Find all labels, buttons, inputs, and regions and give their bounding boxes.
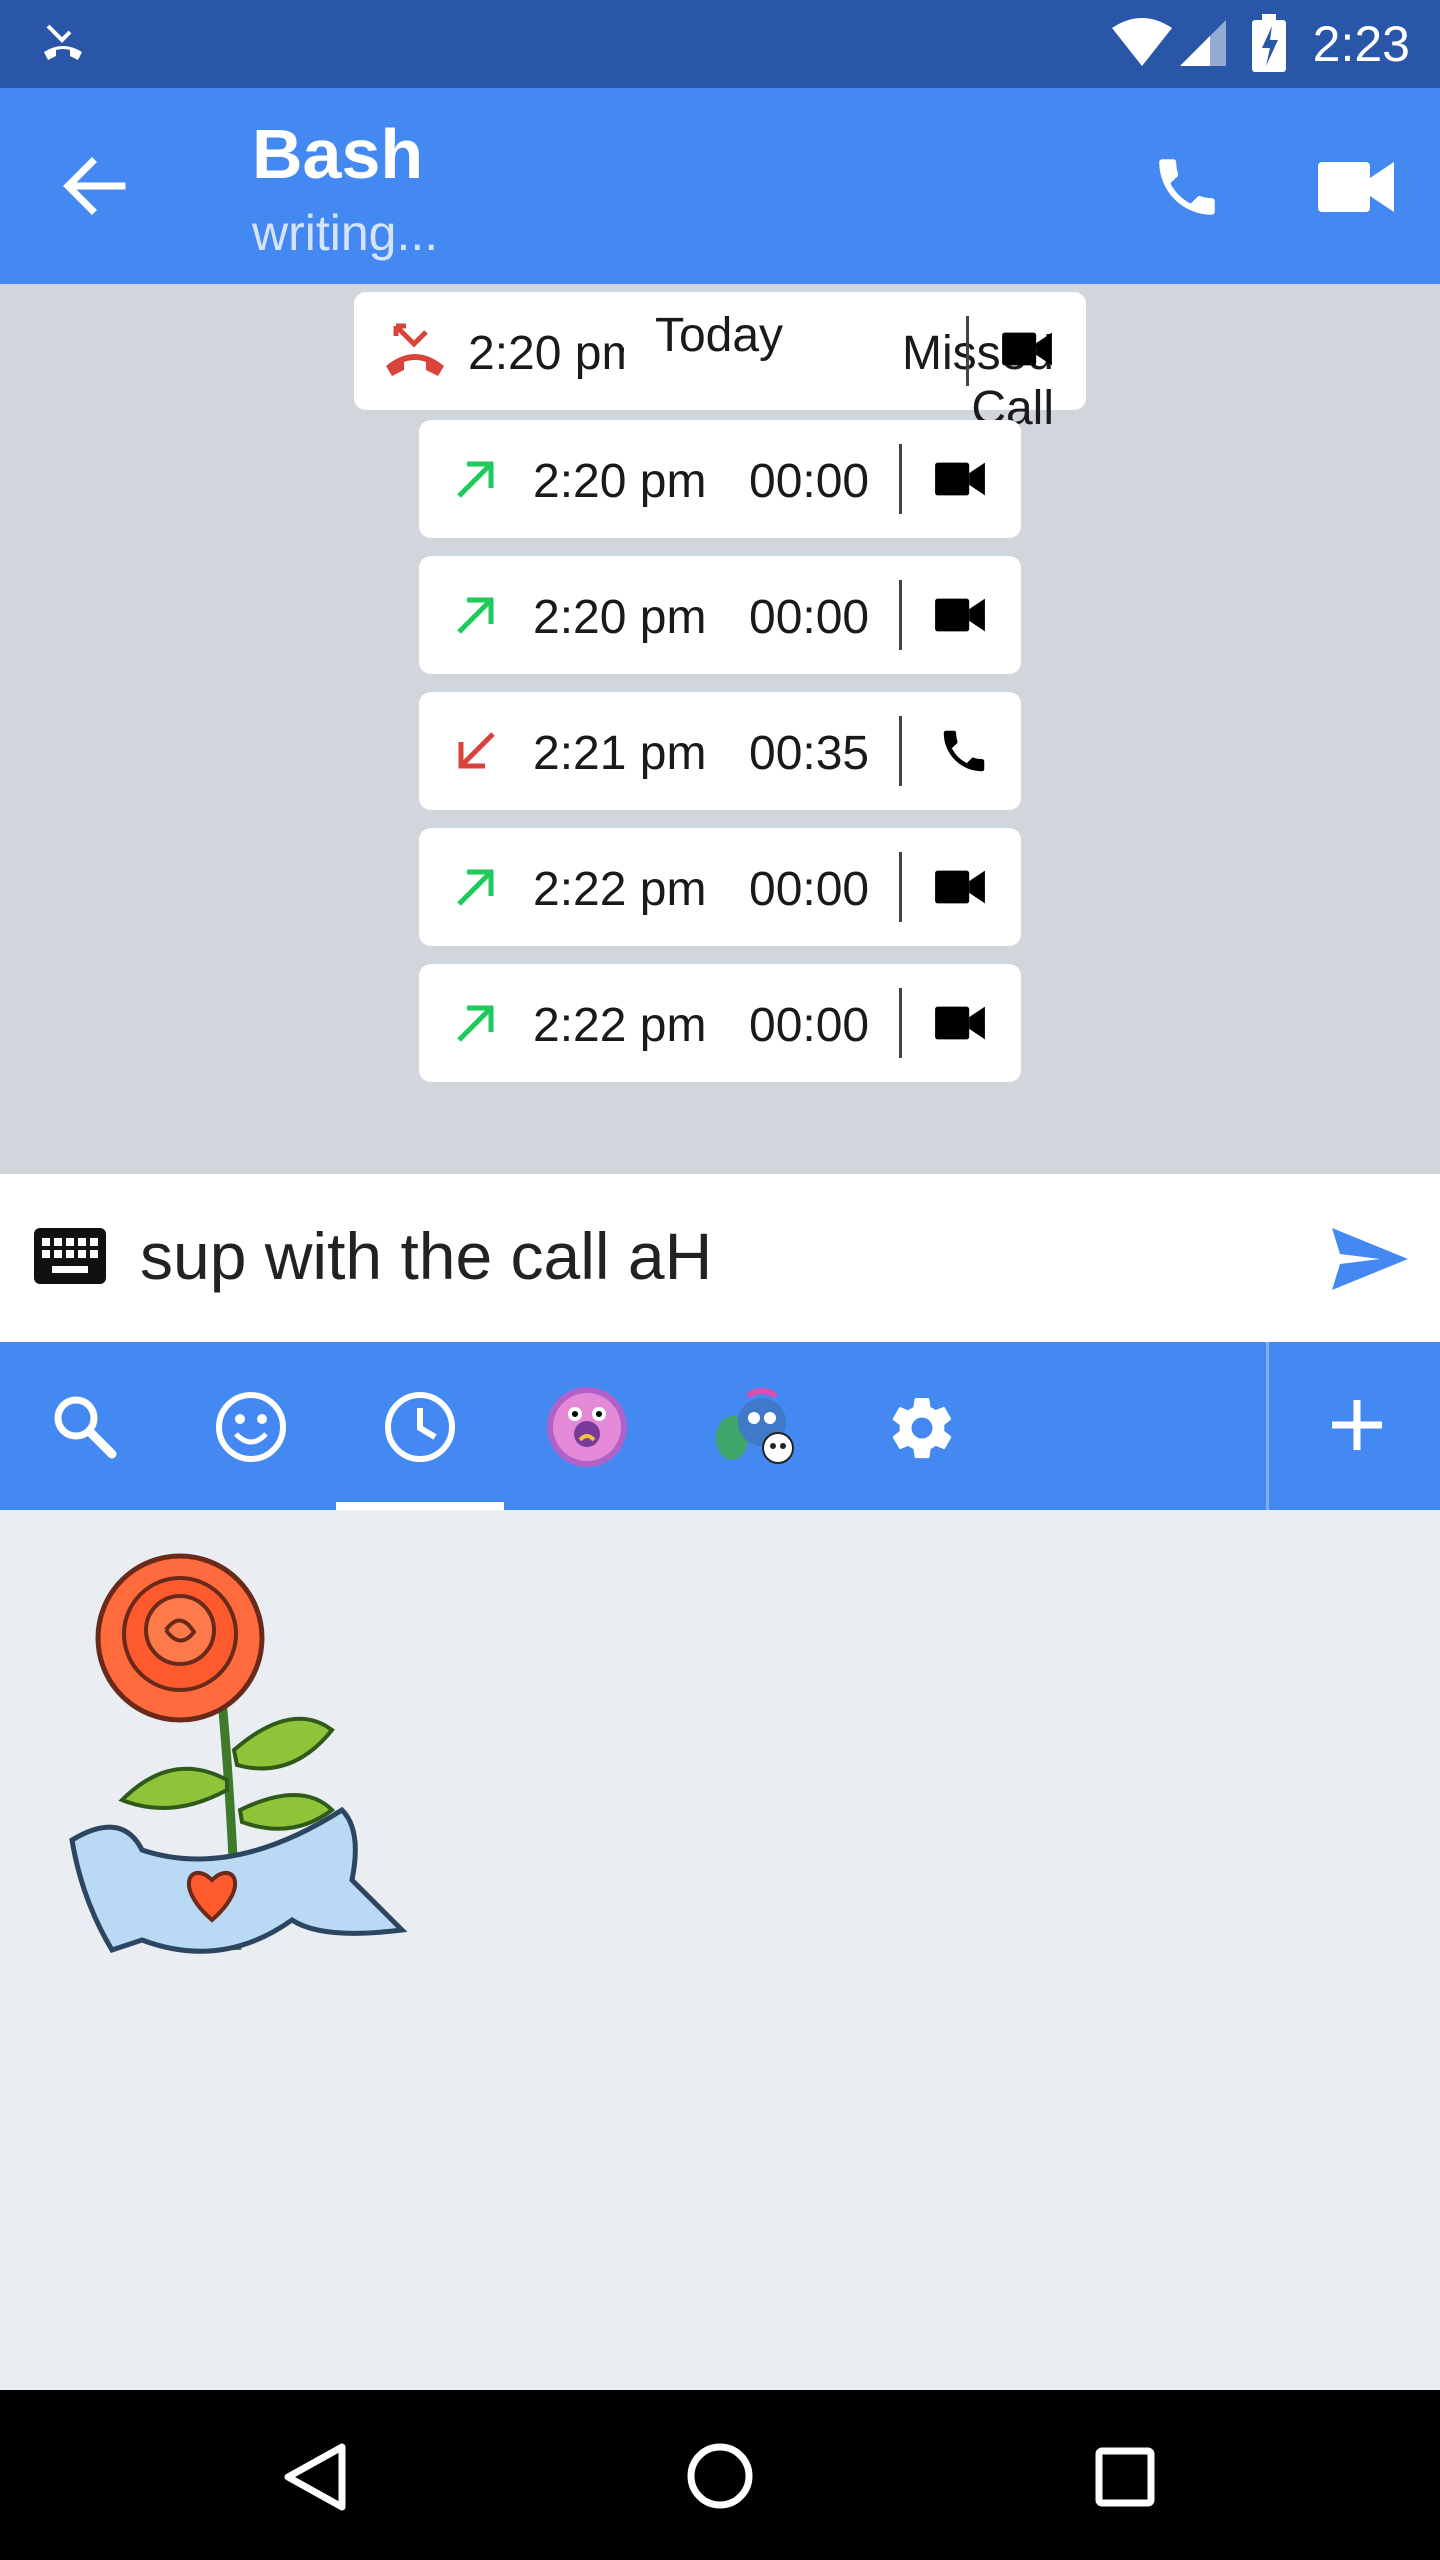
call-time: 2:21 pm <box>533 727 707 780</box>
divider <box>899 988 902 1058</box>
call-log-item[interactable]: 2:21 pm 00:35 <box>419 692 1021 810</box>
outgoing-call-arrow-icon <box>457 1005 494 1042</box>
call-duration: 00:35 <box>749 727 870 780</box>
missed-call-icon <box>386 323 444 376</box>
divider <box>899 580 902 650</box>
search-icon[interactable] <box>50 1392 118 1460</box>
outgoing-call-arrow-icon <box>457 597 494 634</box>
back-arrow-icon[interactable] <box>62 156 126 216</box>
video-camera-icon <box>935 598 985 632</box>
back-nav-icon[interactable] <box>282 2442 348 2512</box>
rose-sticker[interactable] <box>62 1550 412 1970</box>
recents-nav-icon[interactable] <box>1094 2446 1156 2508</box>
outgoing-call-arrow-icon <box>457 461 494 498</box>
status-bar: 2:23 <box>0 0 1440 88</box>
call-time: 2:20 pm <box>533 455 707 508</box>
call-log-item[interactable]: 2:20 pm 00:00 <box>419 420 1021 538</box>
emoji-icon[interactable] <box>214 1390 288 1464</box>
battery-charging-icon <box>1252 14 1286 72</box>
video-camera-icon <box>935 1006 985 1040</box>
outgoing-call-arrow-icon <box>457 869 494 906</box>
add-sticker-pack-icon[interactable] <box>1326 1394 1388 1456</box>
typing-status: writing... <box>252 205 439 261</box>
recent-clock-icon[interactable] <box>383 1390 457 1464</box>
incoming-call-arrow-icon <box>458 732 495 769</box>
active-tab-indicator <box>336 1502 504 1510</box>
call-time: 2:22 pm <box>533 999 707 1052</box>
sticker-panel <box>0 1510 1440 2390</box>
divider <box>899 716 902 786</box>
call-time: 2:20 pm <box>468 327 642 380</box>
missed-call-notification-icon <box>44 24 82 60</box>
wifi-icon <box>1112 18 1172 66</box>
monster-sticker-pack-icon[interactable] <box>712 1382 802 1472</box>
call-duration: 00:00 <box>749 455 870 508</box>
phone-icon <box>943 730 985 772</box>
video-camera-icon <box>935 870 985 904</box>
date-label: Today <box>654 309 784 362</box>
call-log-item[interactable]: 2:20 pm 00:00 <box>419 556 1021 674</box>
contact-name[interactable]: Bash <box>252 114 423 194</box>
home-nav-icon[interactable] <box>686 2442 754 2510</box>
video-camera-icon <box>1002 332 1052 366</box>
navigation-bar <box>0 2390 1440 2560</box>
call-duration: 00:00 <box>749 863 870 916</box>
donut-sticker-pack-icon[interactable] <box>544 1384 630 1470</box>
send-icon[interactable] <box>1330 1226 1410 1292</box>
date-separator: Today <box>624 292 814 392</box>
settings-gear-icon[interactable] <box>886 1392 958 1464</box>
divider <box>899 852 902 922</box>
divider <box>899 444 902 514</box>
sticker-tab-bar <box>0 1342 1440 1510</box>
app-bar: Bash writing... <box>0 88 1440 284</box>
chat-area: 2:20 pm Missed Call Today 2:20 pm 00:00 … <box>0 284 1440 1174</box>
call-log-item[interactable]: 2:22 pm 00:00 <box>419 964 1021 1082</box>
keyboard-icon[interactable] <box>34 1228 106 1284</box>
signal-icon <box>1180 20 1226 66</box>
message-composer: sup with the call aH <box>0 1174 1440 1342</box>
phone-call-icon[interactable] <box>1150 150 1224 224</box>
status-time: 2:23 <box>1312 16 1410 72</box>
call-time: 2:22 pm <box>533 863 707 916</box>
video-call-icon[interactable] <box>1318 158 1394 216</box>
tab-separator <box>1266 1342 1269 1510</box>
call-time: 2:20 pm <box>533 591 707 644</box>
divider <box>966 316 969 386</box>
video-camera-icon <box>935 462 985 496</box>
call-log-item[interactable]: 2:22 pm 00:00 <box>419 828 1021 946</box>
call-duration: 00:00 <box>749 999 870 1052</box>
message-input[interactable]: sup with the call aH <box>140 1218 712 1294</box>
call-duration: 00:00 <box>749 591 870 644</box>
